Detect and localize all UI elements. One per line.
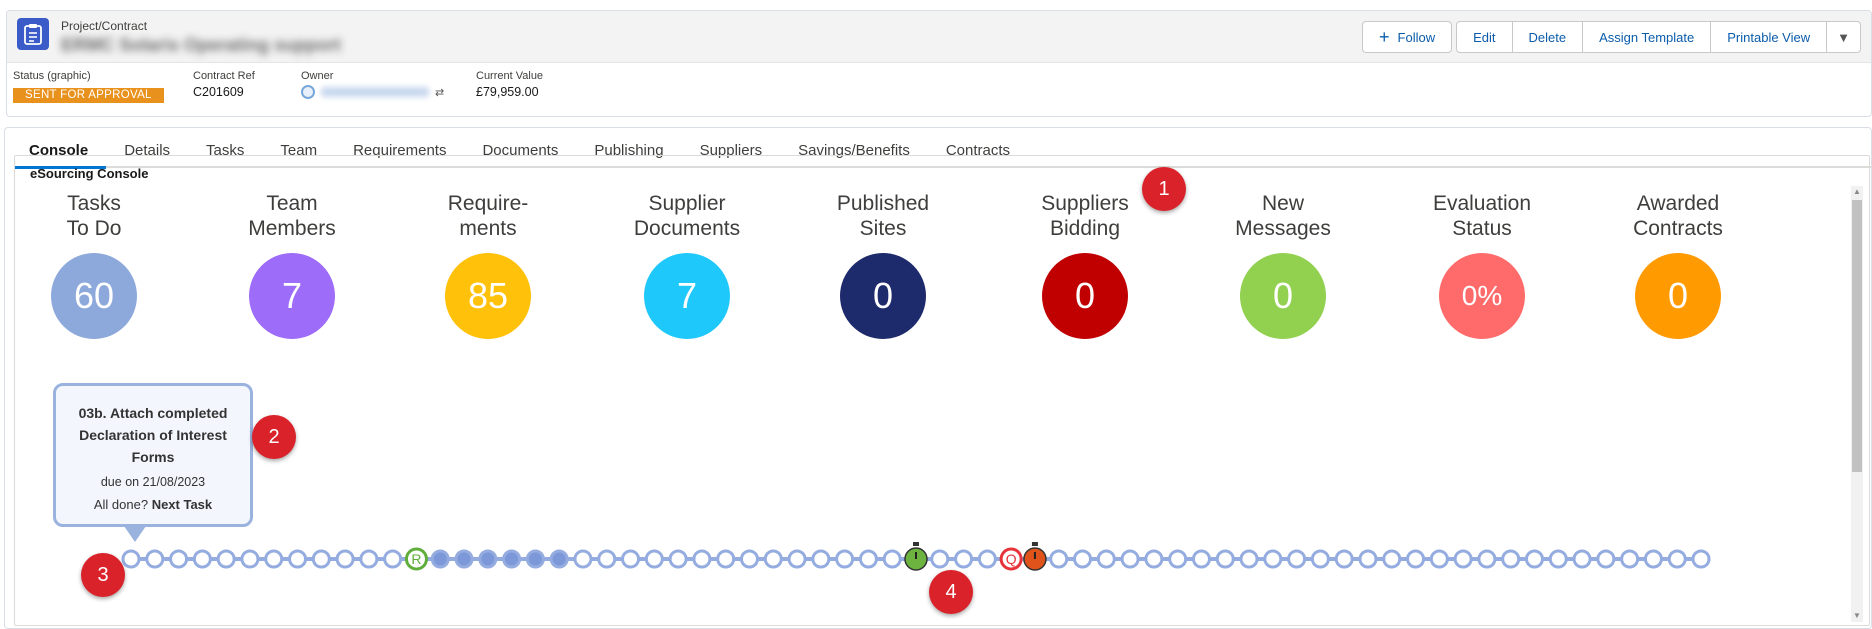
timeline-node-completed[interactable]: [525, 549, 545, 569]
timeline-node[interactable]: [1334, 549, 1354, 569]
timeline-node[interactable]: [1548, 549, 1568, 569]
timeline-node[interactable]: [1049, 549, 1069, 569]
timeline-node[interactable]: [1144, 549, 1164, 569]
timeline-node[interactable]: [1406, 549, 1426, 569]
annotation-marker-4: 4: [929, 570, 973, 614]
timeline-node[interactable]: [288, 549, 308, 569]
current-task-tooltip: 03b. Attach completed Declaration of Int…: [53, 383, 253, 542]
timeline-node[interactable]: [1168, 549, 1188, 569]
timeline-node[interactable]: [1096, 549, 1116, 569]
timeline-node[interactable]: [1572, 549, 1592, 569]
timeline-node[interactable]: [216, 549, 236, 569]
timeline-node[interactable]: [1477, 549, 1497, 569]
timeline-node[interactable]: [1239, 549, 1259, 569]
timeline-node[interactable]: [1620, 549, 1640, 569]
timeline-node[interactable]: [240, 549, 260, 569]
timeline-node[interactable]: [169, 549, 189, 569]
timeline-node[interactable]: [1453, 549, 1473, 569]
timeline-node[interactable]: [1524, 549, 1544, 569]
timeline-node[interactable]: [383, 549, 403, 569]
timeline-node-completed[interactable]: [454, 549, 474, 569]
tooltip-task-title: 03b. Attach completed Declaration of Int…: [78, 405, 228, 465]
timeline-node[interactable]: [977, 549, 997, 569]
annotation-marker-2: 2: [252, 415, 296, 459]
tooltip-prefix: All done?: [93, 497, 149, 512]
timeline-node[interactable]: [573, 549, 593, 569]
timeline-node[interactable]: [1310, 549, 1330, 569]
timeline-node[interactable]: [1691, 549, 1711, 569]
timeline-node[interactable]: [692, 549, 712, 569]
timeline-r-label: R: [411, 551, 421, 567]
timeline-node[interactable]: [264, 549, 284, 569]
timeline-node[interactable]: [882, 549, 902, 569]
next-task-link[interactable]: Next Task: [152, 497, 212, 512]
annotation-marker-3: 3: [81, 553, 125, 597]
timeline-node[interactable]: [763, 549, 783, 569]
timeline-node[interactable]: [1643, 549, 1663, 569]
timeline-node[interactable]: [597, 549, 617, 569]
timeline-node[interactable]: [930, 549, 950, 569]
timeline-node[interactable]: [1501, 549, 1521, 569]
timeline-node[interactable]: [954, 549, 974, 569]
timeline-node-completed[interactable]: [502, 549, 522, 569]
timeline-node[interactable]: [1287, 549, 1307, 569]
timeline-node[interactable]: [1191, 549, 1211, 569]
timeline-node[interactable]: [668, 549, 688, 569]
timeline-q-label: Q: [1006, 551, 1017, 567]
tooltip-next-task: All done? Next Task: [56, 494, 250, 516]
timeline-node[interactable]: [858, 549, 878, 569]
timeline-nodes: RQ: [121, 542, 1711, 571]
timeline-node[interactable]: [1215, 549, 1235, 569]
timeline-node[interactable]: [787, 549, 807, 569]
timeline-node[interactable]: [1073, 549, 1093, 569]
task-timeline: RQ: [121, 542, 1711, 571]
timeline-node[interactable]: [1358, 549, 1378, 569]
timeline-node[interactable]: [121, 549, 141, 569]
green-stopwatch-icon[interactable]: [904, 542, 928, 571]
timeline-node[interactable]: [739, 549, 759, 569]
timeline-node[interactable]: [1429, 549, 1449, 569]
timeline-node-completed[interactable]: [430, 549, 450, 569]
timeline-node[interactable]: [192, 549, 212, 569]
timeline-node[interactable]: [145, 549, 165, 569]
timeline-node[interactable]: [311, 549, 331, 569]
timeline-node[interactable]: [621, 549, 641, 569]
timeline-node[interactable]: [359, 549, 379, 569]
timeline-node-completed[interactable]: [478, 549, 498, 569]
timeline-node[interactable]: [1120, 549, 1140, 569]
red-stopwatch-icon[interactable]: [1023, 542, 1047, 571]
timeline-node[interactable]: [644, 549, 664, 569]
timeline-node[interactable]: [335, 549, 355, 569]
tooltip-arrow: [124, 526, 146, 542]
tooltip-due-date: due on 21/08/2023: [100, 475, 206, 489]
timeline-node[interactable]: [1263, 549, 1283, 569]
timeline-node[interactable]: [835, 549, 855, 569]
timeline-node[interactable]: [716, 549, 736, 569]
timeline-node-completed[interactable]: [549, 549, 569, 569]
timeline-node[interactable]: [811, 549, 831, 569]
timeline-node[interactable]: [1596, 549, 1616, 569]
timeline-node[interactable]: [1667, 549, 1687, 569]
timeline-node[interactable]: [1382, 549, 1402, 569]
annotation-marker-1: 1: [1142, 167, 1186, 211]
